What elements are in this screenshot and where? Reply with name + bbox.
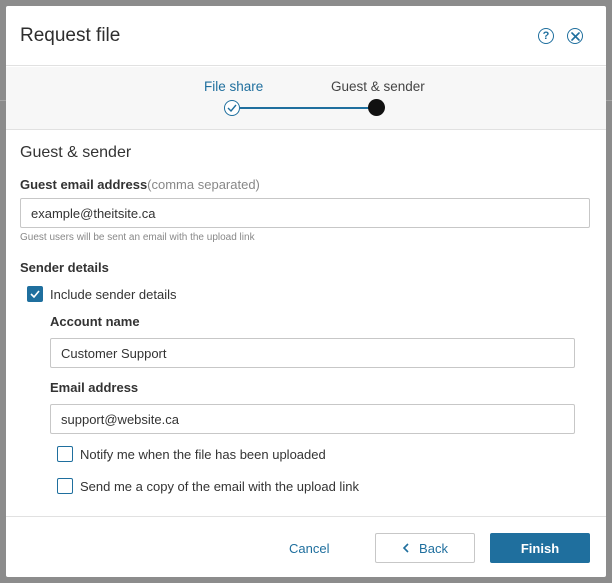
guest-email-label: Guest email address(comma separated): [20, 177, 260, 192]
account-name-input[interactable]: [50, 338, 575, 368]
step-current-dot: [368, 99, 385, 116]
step-completed-check-icon[interactable]: [224, 100, 240, 116]
chevron-left-icon: [402, 543, 409, 553]
dialog-title: Request file: [20, 25, 121, 46]
guest-email-help: Guest users will be sent an email with t…: [20, 232, 255, 243]
notify-upload-checkbox[interactable]: [57, 446, 73, 462]
check-glyph: [227, 104, 237, 112]
email-address-input[interactable]: [50, 404, 575, 434]
send-copy-checkbox[interactable]: [57, 478, 73, 494]
close-icon[interactable]: [567, 28, 583, 44]
guest-email-label-text: Guest email address: [20, 177, 148, 192]
checkbox-check-icon: [30, 290, 40, 298]
back-button-label: Back: [419, 540, 448, 556]
request-file-dialog: Request file ? File share Guest & sender…: [6, 6, 606, 577]
finish-button[interactable]: Finish: [490, 533, 590, 563]
dialog-footer: Cancel Back Finish: [6, 516, 606, 577]
section-title: Guest & sender: [20, 144, 132, 161]
step-file-share-label[interactable]: File share: [204, 79, 263, 94]
guest-email-hint: (comma separated): [147, 177, 260, 192]
include-sender-label[interactable]: Include sender details: [50, 287, 176, 302]
email-address-label: Email address: [50, 380, 139, 395]
sender-details-label: Sender details: [20, 260, 109, 275]
step-guest-sender-label: Guest & sender: [331, 79, 425, 94]
notify-upload-label[interactable]: Notify me when the file has been uploade…: [80, 447, 326, 462]
send-copy-label[interactable]: Send me a copy of the email with the upl…: [80, 479, 359, 494]
close-glyph: [570, 31, 580, 41]
help-icon[interactable]: ?: [538, 28, 554, 44]
step-connector: [240, 107, 370, 109]
cancel-button[interactable]: Cancel: [289, 541, 329, 556]
wizard-stepper: File share Guest & sender: [6, 67, 606, 130]
guest-email-input[interactable]: [20, 198, 590, 228]
account-name-label: Account name: [50, 314, 140, 329]
dialog-header: Request file ?: [6, 6, 606, 66]
back-button[interactable]: Back: [375, 533, 475, 563]
include-sender-checkbox[interactable]: [27, 286, 43, 302]
